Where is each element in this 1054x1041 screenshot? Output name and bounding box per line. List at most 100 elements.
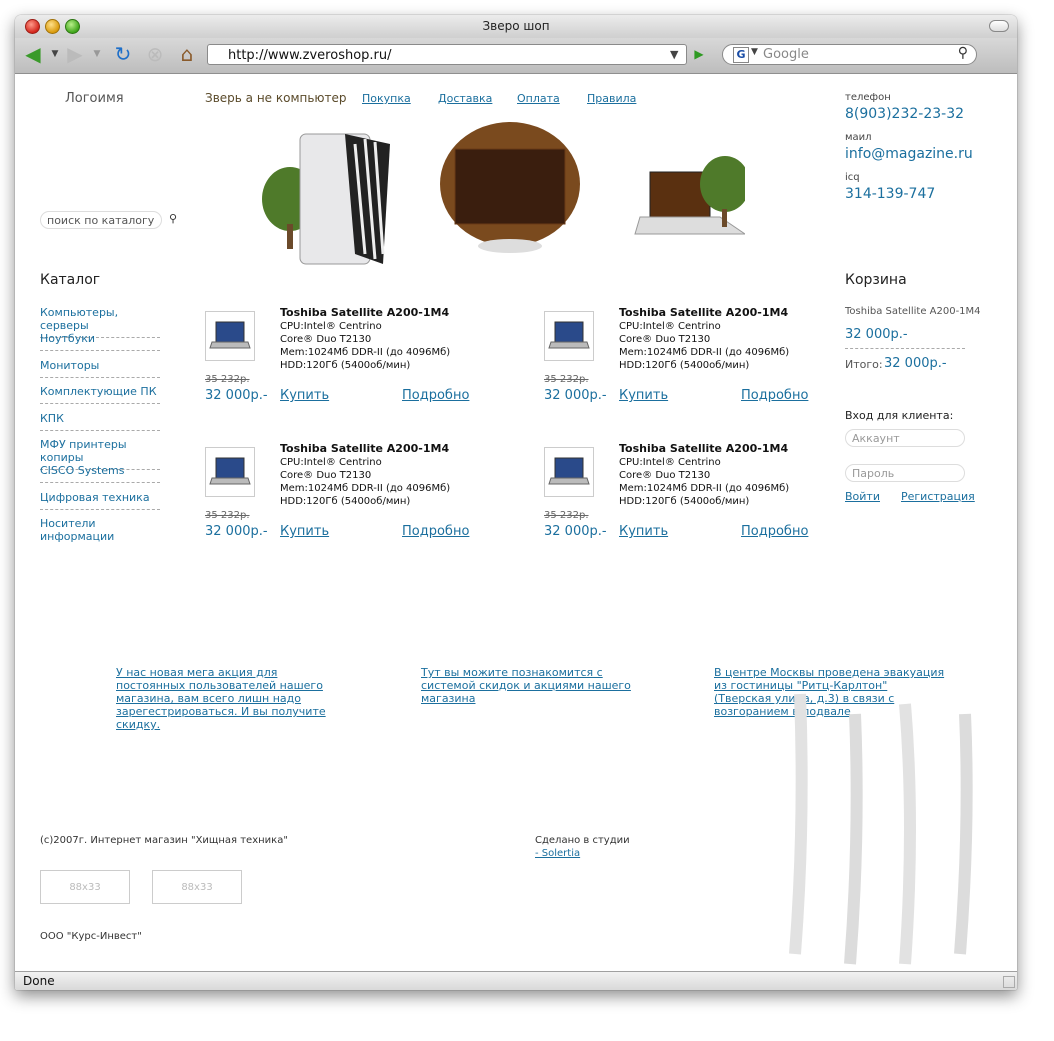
- product-spec: CPU:Intel® Centrino: [280, 457, 382, 468]
- product-title[interactable]: Toshiba Satellite A200-1M4: [619, 442, 788, 455]
- catalog-title: Каталог: [40, 272, 101, 288]
- details-link[interactable]: Подробно: [402, 388, 469, 403]
- icq-label: icq: [845, 172, 860, 183]
- product-spec: Mem:1024Мб DDR-II (до 4096Мб): [280, 483, 451, 494]
- catalog-item-storage[interactable]: Носители информации: [40, 517, 160, 548]
- product-spec: Core® Duo T2130: [619, 334, 711, 345]
- product-image[interactable]: [205, 311, 255, 361]
- product-spec: HDD:120Гб (5400об/мин): [619, 360, 750, 371]
- product-spec: Core® Duo T2130: [280, 470, 372, 481]
- product-spec: CPU:Intel® Centrino: [280, 321, 382, 332]
- buy-button[interactable]: Купить: [619, 388, 668, 403]
- product-spec: HDD:120Гб (5400об/мин): [280, 496, 411, 507]
- phone-label: телефон: [845, 92, 891, 103]
- product-price: 32 000р.-: [205, 388, 268, 403]
- status-bar: Done: [15, 971, 1017, 990]
- nav-link-rules[interactable]: Правила: [587, 92, 636, 105]
- forward-dropdown-icon[interactable]: ▼: [85, 42, 109, 66]
- nav-link-delivery[interactable]: Доставка: [438, 92, 492, 105]
- forward-arrow-icon[interactable]: ▶: [63, 42, 87, 66]
- product-spec: CPU:Intel® Centrino: [619, 457, 721, 468]
- laptop-icon: [548, 321, 590, 349]
- browser-window: Зверо шоп ◀ ▼ ▶ ▼ ↻ ⊗ ⌂ http://www.zvero…: [15, 15, 1017, 990]
- catalog-item-digital[interactable]: Цифровая техника: [40, 491, 160, 510]
- details-link[interactable]: Подробно: [402, 524, 469, 539]
- nav-link-payment[interactable]: Оплата: [517, 92, 560, 105]
- search-icon[interactable]: ⚲: [958, 45, 968, 61]
- home-icon[interactable]: ⌂: [175, 42, 199, 66]
- product-title[interactable]: Toshiba Satellite A200-1M4: [619, 306, 788, 319]
- mail-label: маил: [845, 132, 872, 143]
- news-item[interactable]: Тут вы можите познакомится с системой ск…: [421, 666, 631, 705]
- laptop-icon: [548, 457, 590, 485]
- go-icon[interactable]: ▶: [691, 46, 707, 62]
- counter-badge[interactable]: 88x33: [40, 870, 130, 904]
- product-image[interactable]: [544, 447, 594, 497]
- address-bar[interactable]: http://www.zveroshop.ru/: [207, 44, 687, 65]
- catalog-search-input[interactable]: поиск по каталогу: [40, 211, 162, 229]
- login-button[interactable]: Войти: [845, 490, 880, 503]
- address-dropdown-icon[interactable]: ▼: [670, 48, 678, 61]
- product-spec: Mem:1024Мб DDR-II (до 4096Мб): [619, 347, 790, 358]
- news-line: У нас новая мега акция для: [116, 666, 278, 679]
- product-image[interactable]: [205, 447, 255, 497]
- password-input[interactable]: Пароль: [845, 464, 965, 482]
- catalog-item-components[interactable]: Комплектующие ПК: [40, 385, 160, 404]
- logo[interactable]: Логоимя: [65, 91, 124, 106]
- browser-toolbar: ◀ ▼ ▶ ▼ ↻ ⊗ ⌂ http://www.zveroshop.ru/ ▼…: [15, 38, 1017, 74]
- catalog-item-laptops[interactable]: Ноутбуки: [40, 332, 160, 351]
- counter-badge[interactable]: 88x33: [152, 870, 242, 904]
- buy-button[interactable]: Купить: [619, 524, 668, 539]
- register-link[interactable]: Регистрация: [901, 490, 975, 503]
- news-item[interactable]: У нас новая мега акция для постоянных по…: [116, 666, 326, 731]
- product-spec: Mem:1024Мб DDR-II (до 4096Мб): [619, 483, 790, 494]
- studio-link[interactable]: - Solertia: [535, 848, 580, 859]
- product-image[interactable]: [544, 311, 594, 361]
- search-engine-dropdown-icon[interactable]: ▼: [751, 47, 758, 57]
- product-spec: Core® Duo T2130: [280, 334, 372, 345]
- details-link[interactable]: Подробно: [741, 388, 808, 403]
- toolbar-toggle-button[interactable]: [989, 20, 1009, 32]
- company-name: ООО "Курс-Инвест": [40, 931, 142, 942]
- product-old-price: 35 232р.: [205, 510, 250, 521]
- catalog-item-pda[interactable]: КПК: [40, 412, 160, 431]
- search-bar[interactable]: G ▼ Google ⚲: [722, 44, 977, 65]
- search-icon[interactable]: ⚲: [169, 212, 177, 225]
- back-arrow-icon[interactable]: ◀: [21, 42, 45, 66]
- status-text: Done: [23, 974, 55, 988]
- product-spec: HDD:120Гб (5400об/мин): [619, 496, 750, 507]
- mail-address[interactable]: info@magazine.ru: [845, 146, 973, 162]
- catalog-item-cisco[interactable]: CISCO Systems: [40, 464, 160, 483]
- resize-grip-icon[interactable]: [1003, 976, 1015, 988]
- slogan: Зверь а не компьютер: [205, 91, 347, 105]
- stop-icon[interactable]: ⊗: [143, 42, 167, 66]
- claw-marks-decoration: [789, 693, 973, 965]
- hero-illustration: [262, 122, 750, 265]
- product-spec: Mem:1024Мб DDR-II (до 4096Мб): [280, 347, 451, 358]
- search-placeholder: Google: [763, 47, 809, 62]
- product-spec: HDD:120Гб (5400об/мин): [280, 360, 411, 371]
- reload-icon[interactable]: ↻: [111, 42, 135, 66]
- news-line: скидку.: [116, 718, 161, 731]
- details-link[interactable]: Подробно: [741, 524, 808, 539]
- cart-title: Корзина: [845, 272, 907, 288]
- product-old-price: 35 232р.: [544, 510, 589, 521]
- window-title: Зверо шоп: [482, 19, 550, 33]
- google-icon[interactable]: G: [733, 47, 749, 63]
- product-title[interactable]: Toshiba Satellite A200-1M4: [280, 306, 449, 319]
- nav-link-purchase[interactable]: Покупка: [362, 92, 411, 105]
- product-price: 32 000р.-: [205, 524, 268, 539]
- cart-item-name[interactable]: Toshiba Satellite A200-1M4: [845, 306, 981, 317]
- buy-button[interactable]: Купить: [280, 388, 329, 403]
- icq-number: 314-139-747: [845, 186, 936, 202]
- laptop-icon: [209, 321, 251, 349]
- copyright: (с)2007г. Интернет магазин "Хищная техни…: [40, 835, 288, 846]
- hero-banner: [255, 114, 750, 269]
- account-input[interactable]: Аккаунт: [845, 429, 965, 447]
- news-line: зарегестрироваться. И вы получите: [116, 705, 326, 718]
- product-title[interactable]: Toshiba Satellite A200-1M4: [280, 442, 449, 455]
- catalog-item-monitors[interactable]: Мониторы: [40, 359, 160, 378]
- cart-item-price: 32 000р.-: [845, 327, 965, 349]
- buy-button[interactable]: Купить: [280, 524, 329, 539]
- title-bar: Зверо шоп: [15, 15, 1017, 39]
